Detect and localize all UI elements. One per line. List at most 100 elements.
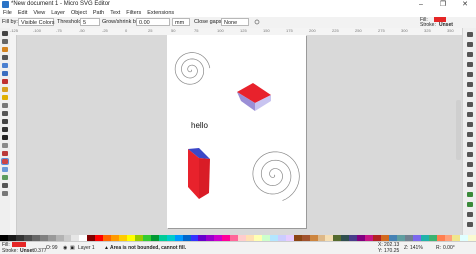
paint-bucket-tool-icon[interactable]	[1, 158, 9, 165]
pen-tool-icon[interactable]	[2, 119, 8, 124]
menu-object[interactable]: Object	[68, 10, 90, 16]
node-tool-icon[interactable]	[2, 39, 8, 44]
ellipse-tool-icon[interactable]	[2, 87, 8, 92]
copy-icon[interactable]	[467, 112, 473, 117]
star-tool-icon[interactable]	[2, 95, 8, 100]
unit-select[interactable]: mm	[172, 18, 190, 26]
text-tool-icon[interactable]	[2, 135, 8, 140]
text-font-dialog-icon[interactable]	[467, 202, 473, 207]
ruler-mark: 75	[194, 28, 199, 33]
minimize-button[interactable]: –	[410, 0, 432, 9]
ruler-mark: -25	[102, 28, 108, 33]
undo-icon[interactable]	[467, 92, 473, 97]
close-button[interactable]: ✕	[454, 0, 476, 9]
ruler-mark: 350	[447, 28, 454, 33]
zoom-selection-icon[interactable]	[467, 132, 473, 137]
status-message: Area is not bounded, cannot fill.	[110, 245, 187, 251]
group-icon[interactable]	[467, 182, 473, 187]
connector-tool-icon[interactable]	[2, 191, 8, 196]
grow-shrink-input[interactable]: 0.00	[136, 18, 170, 26]
warning-icon: ▲	[104, 245, 109, 251]
pencil-tool-icon[interactable]	[2, 111, 8, 116]
calligraphy-tool-icon[interactable]	[2, 127, 8, 132]
box3d-tool-icon[interactable]	[2, 79, 8, 84]
box3d-shape-1[interactable]	[233, 77, 273, 113]
redo-icon[interactable]	[467, 102, 473, 107]
layer-lock-icon[interactable]: ▣	[70, 245, 75, 251]
rotation-input[interactable]: 0.00°	[443, 245, 455, 251]
spray-tool-icon[interactable]	[2, 143, 8, 148]
tweak-tool-icon[interactable]	[2, 47, 8, 52]
zoom-input[interactable]: 141%	[410, 245, 423, 251]
menu-text[interactable]: Text	[107, 10, 123, 16]
menu-extensions[interactable]: Extensions	[144, 10, 177, 16]
export-icon[interactable]	[467, 82, 473, 87]
vertical-scrollbar[interactable]	[456, 100, 461, 160]
threshold-input[interactable]: 5	[80, 18, 100, 26]
menu-view[interactable]: View	[30, 10, 48, 16]
status-stroke-width[interactable]: 0.377	[34, 248, 47, 254]
ruler-mark: -125	[10, 28, 19, 33]
save-icon[interactable]	[467, 52, 473, 57]
new-document-icon[interactable]	[467, 32, 473, 37]
cursor-y-label: Y:	[378, 248, 383, 254]
paste-icon[interactable]	[467, 122, 473, 127]
selector-tool-icon[interactable]	[2, 31, 8, 36]
ruler-mark: 325	[424, 28, 431, 33]
dropper-tool-icon[interactable]	[2, 183, 8, 188]
current-layer-select[interactable]: Layer 1	[78, 245, 95, 251]
reset-icon[interactable]	[254, 19, 260, 25]
text-object-hello[interactable]: hello	[191, 121, 208, 130]
zoom-page-icon[interactable]	[467, 152, 473, 157]
fill-by-label: Fill by:	[2, 19, 18, 25]
gradient-tool-icon[interactable]	[2, 167, 8, 172]
page: hello	[167, 35, 306, 228]
measure-tool-icon[interactable]	[2, 63, 8, 68]
import-icon[interactable]	[467, 72, 473, 77]
duplicate-icon[interactable]	[467, 162, 473, 167]
maximize-button[interactable]: ❐	[432, 0, 454, 9]
close-gaps-select[interactable]: None	[221, 18, 249, 26]
menu-edit[interactable]: Edit	[15, 10, 30, 16]
menu-layer[interactable]: Layer	[48, 10, 68, 16]
menu-file[interactable]: File	[0, 10, 15, 16]
fill-stroke-indicator[interactable]: Fill: Stroke: Unset	[420, 17, 476, 28]
grow-shrink-label: Grow/shrink by:	[102, 19, 141, 25]
menu-filters[interactable]: Filters	[123, 10, 144, 16]
spiral-shape-2[interactable]	[245, 146, 303, 204]
ruler-mark: 275	[378, 28, 385, 33]
status-fill-swatch[interactable]	[12, 242, 26, 247]
box3d-shape-2[interactable]	[185, 145, 217, 201]
zoom-drawing-icon[interactable]	[467, 142, 473, 147]
ruler-mark: 225	[332, 28, 339, 33]
rectangle-tool-icon[interactable]	[2, 71, 8, 76]
ruler-mark: 200	[309, 28, 316, 33]
close-gaps-label: Close gaps:	[194, 19, 224, 25]
xml-editor-icon[interactable]	[467, 212, 473, 217]
app-icon	[2, 1, 9, 8]
ruler-mark: 150	[263, 28, 270, 33]
title-bar: *New document 1 - Micro SVG Editor – ❐ ✕	[0, 0, 476, 9]
open-file-icon[interactable]	[467, 42, 473, 47]
ruler-mark: -50	[79, 28, 85, 33]
zoom-tool-icon[interactable]	[2, 55, 8, 60]
status-bar: Fill: Stroke: Unset 0.377 O: 99 ◉ ▣ Laye…	[0, 241, 476, 254]
print-icon[interactable]	[467, 62, 473, 67]
window-title: *New document 1 - Micro SVG Editor	[11, 1, 111, 7]
spiral-shape-1[interactable]	[170, 49, 212, 91]
layer-visibility-icon[interactable]: ◉	[63, 245, 67, 251]
status-opacity-input[interactable]: 99	[52, 245, 58, 251]
align-distribute-icon[interactable]	[467, 222, 473, 227]
mesh-tool-icon[interactable]	[2, 175, 8, 180]
spiral-tool-icon[interactable]	[2, 103, 8, 108]
clone-icon[interactable]	[467, 172, 473, 177]
ruler-mark: 25	[148, 28, 153, 33]
menu-path[interactable]: Path	[90, 10, 107, 16]
ruler-mark: 100	[217, 28, 224, 33]
canvas[interactable]: hello	[17, 35, 462, 235]
eraser-tool-icon[interactable]	[2, 151, 8, 156]
fill-by-select[interactable]: Visible Colors	[18, 18, 55, 26]
fill-stroke-dialog-icon[interactable]	[467, 192, 473, 197]
ruler-mark: 300	[401, 28, 408, 33]
ruler-mark: -75	[56, 28, 62, 33]
